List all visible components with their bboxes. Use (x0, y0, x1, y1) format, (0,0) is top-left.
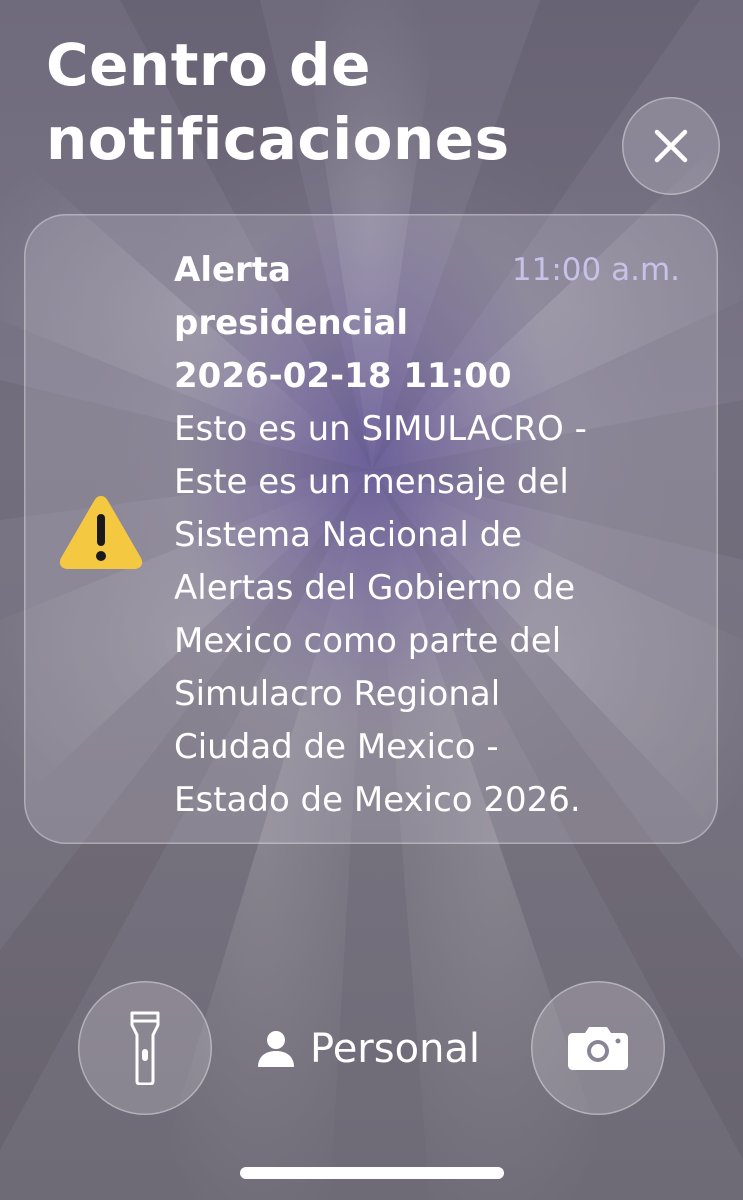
notification-body: Esto es un SIMULACRO - Este es un mensaj… (174, 403, 694, 827)
notification-title-line: presidencial (174, 303, 409, 343)
notification-body-line: Este es un mensaje del (174, 462, 569, 502)
notification-body-line: Simulacro Regional (174, 674, 501, 714)
notification-body-line: Ciudad de Mexico - (174, 727, 499, 767)
camera-button[interactable] (531, 981, 665, 1115)
notification-title-line: Alerta (174, 250, 291, 290)
home-indicator[interactable] (240, 1167, 504, 1179)
person-icon (258, 1031, 294, 1067)
notification-body-line: Alertas del Gobierno de (174, 568, 576, 608)
notification-body-line: Esto es un SIMULACRO - (174, 409, 587, 449)
focus-mode-indicator[interactable]: Personal (256, 1022, 480, 1076)
page-title: Centro de notificaciones (46, 31, 510, 173)
warning-icon (59, 496, 143, 569)
flashlight-icon (130, 1011, 160, 1085)
notification-body-line: Sistema Nacional de (174, 515, 523, 555)
camera-icon (568, 1027, 628, 1070)
notification-body-line: Estado de Mexico 2026. (174, 780, 581, 820)
close-icon (654, 129, 688, 163)
notification-time: 11:00 a.m. (511, 252, 680, 288)
flashlight-button[interactable] (78, 981, 212, 1115)
notification-title: Alerta presidencial (174, 244, 494, 350)
notification-datetime: 2026-02-18 11:00 (174, 356, 512, 396)
notification-body-line: Mexico como parte del (174, 621, 562, 661)
focus-mode-label: Personal (310, 1026, 481, 1072)
notification-card[interactable]: Alerta presidencial 11:00 a.m. 2026-02-1… (24, 214, 718, 844)
close-button[interactable] (622, 97, 720, 195)
